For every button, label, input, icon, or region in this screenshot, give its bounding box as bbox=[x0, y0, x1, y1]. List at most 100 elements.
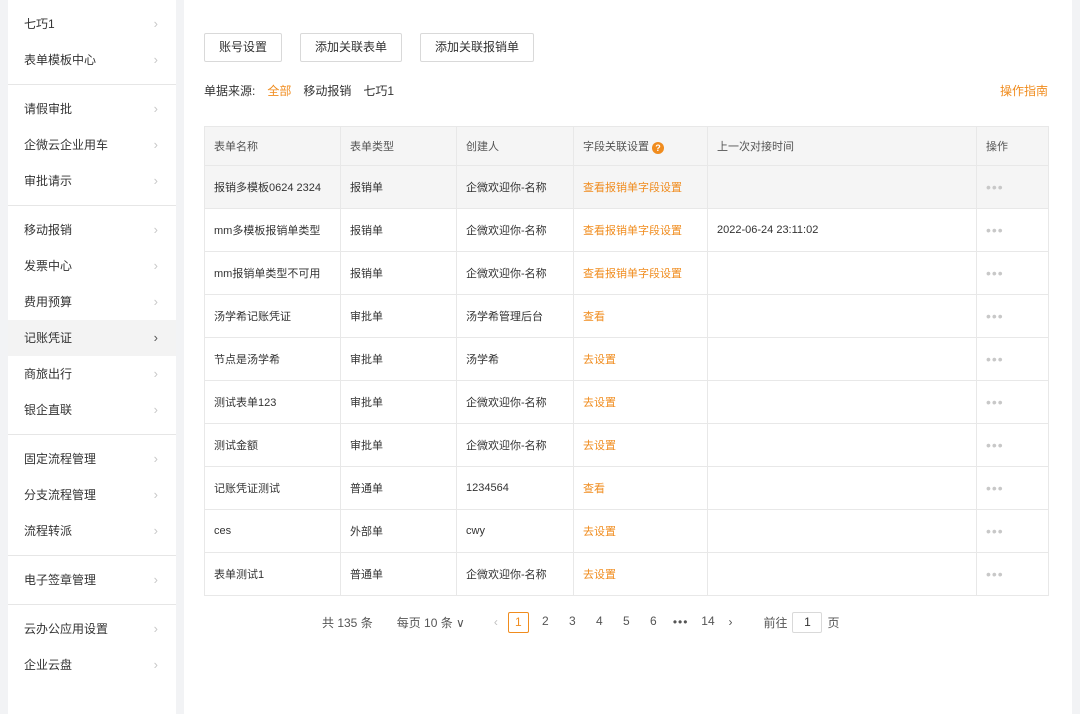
help-icon[interactable]: ? bbox=[652, 142, 664, 154]
filter-option-all[interactable]: 全部 bbox=[267, 82, 291, 99]
table-row: mm报销单类型不可用 报销单 企微欢迎你-名称 查看报销单字段设置 ••• bbox=[204, 251, 1049, 295]
sidebar-item[interactable]: 固定流程管理 › bbox=[8, 441, 176, 477]
field-settings-link[interactable]: 查看 bbox=[573, 294, 708, 338]
sidebar-item[interactable]: 记账凭证 › bbox=[8, 320, 176, 356]
more-actions-icon[interactable]: ••• bbox=[976, 552, 1049, 596]
sidebar-item[interactable]: 七巧1 › bbox=[8, 6, 176, 42]
sidebar-item[interactable]: 电子签章管理 › bbox=[8, 562, 176, 598]
cell-last-sync-time bbox=[707, 423, 977, 467]
sidebar-item[interactable]: 发票中心 › bbox=[8, 248, 176, 284]
field-settings-link[interactable]: 去设置 bbox=[573, 552, 708, 596]
field-settings-link[interactable]: 查看报销单字段设置 bbox=[573, 165, 708, 209]
chevron-right-icon: › bbox=[153, 402, 158, 417]
cell-form-name: 记账凭证测试 bbox=[204, 466, 341, 510]
chevron-right-icon: › bbox=[153, 621, 158, 636]
field-settings-link[interactable]: 去设置 bbox=[573, 509, 708, 553]
pagination-total: 共 135 条 bbox=[322, 615, 373, 630]
more-actions-icon[interactable]: ••• bbox=[976, 423, 1049, 467]
field-settings-link[interactable]: 查看 bbox=[573, 466, 708, 510]
cell-creator: 企微欢迎你-名称 bbox=[456, 208, 574, 252]
filter-option-qiqiao[interactable]: 七巧1 bbox=[363, 82, 394, 99]
sidebar-group: 固定流程管理 › 分支流程管理 › 流程转派 › bbox=[8, 435, 176, 556]
more-actions-icon[interactable]: ••• bbox=[976, 380, 1049, 424]
operation-guide-link[interactable]: 操作指南 bbox=[1000, 82, 1048, 99]
field-settings-link[interactable]: 去设置 bbox=[573, 337, 708, 381]
cell-form-name: ces bbox=[204, 509, 341, 553]
page-number[interactable]: 5 bbox=[616, 612, 637, 633]
more-actions-icon[interactable]: ••• bbox=[976, 294, 1049, 338]
field-settings-link[interactable]: 去设置 bbox=[573, 380, 708, 424]
cell-form-name: 节点是汤学希 bbox=[204, 337, 341, 381]
cell-form-type: 报销单 bbox=[340, 165, 457, 209]
goto-page: 前往 页 bbox=[763, 611, 839, 633]
cell-form-name: 汤学希记账凭证 bbox=[204, 294, 341, 338]
field-settings-link[interactable]: 去设置 bbox=[573, 423, 708, 467]
sidebar-item-label: 审批请示 bbox=[24, 174, 73, 188]
more-actions-icon[interactable]: ••• bbox=[976, 509, 1049, 553]
sidebar-item[interactable]: 费用预算 › bbox=[8, 284, 176, 320]
field-settings-link[interactable]: 查看报销单字段设置 bbox=[573, 251, 708, 295]
column-header-last-sync-time: 上一次对接时间 bbox=[707, 126, 977, 166]
more-actions-icon[interactable]: ••• bbox=[976, 251, 1049, 295]
more-pages-icon[interactable]: ••• bbox=[673, 615, 689, 629]
chevron-right-icon: › bbox=[153, 16, 158, 31]
more-actions-icon[interactable]: ••• bbox=[976, 165, 1049, 209]
sidebar-item-label: 分支流程管理 bbox=[24, 488, 97, 502]
more-actions-icon[interactable]: ••• bbox=[976, 466, 1049, 510]
sidebar-item[interactable]: 审批请示 › bbox=[8, 163, 176, 199]
page-number[interactable]: 6 bbox=[643, 612, 664, 633]
sidebar: 七巧1 › 表单模板中心 › 请假审批 › 企微云企业用车 › 审批请示 › 移动报销 › 发票中心 › 费… bbox=[8, 0, 176, 714]
cell-form-type: 审批单 bbox=[340, 380, 457, 424]
chevron-right-icon: › bbox=[153, 523, 158, 538]
table-row: 报销多模板0624 2324 报销单 企微欢迎你-名称 查看报销单字段设置 ••• bbox=[204, 165, 1049, 209]
more-actions-icon[interactable]: ••• bbox=[976, 337, 1049, 381]
cell-form-type: 审批单 bbox=[340, 294, 457, 338]
prev-page-icon[interactable]: ‹ bbox=[494, 615, 498, 629]
column-header-actions: 操作 bbox=[976, 126, 1049, 166]
sidebar-item[interactable]: 移动报销 › bbox=[8, 212, 176, 248]
sidebar-group: 请假审批 › 企微云企业用车 › 审批请示 › bbox=[8, 85, 176, 206]
chevron-right-icon: › bbox=[153, 137, 158, 152]
cell-last-sync-time bbox=[707, 165, 977, 209]
add-linked-form-button[interactable]: 添加关联表单 bbox=[300, 33, 403, 62]
account-settings-button[interactable]: 账号设置 bbox=[204, 33, 283, 62]
sidebar-item[interactable]: 云办公应用设置 › bbox=[8, 611, 176, 647]
add-linked-reimbursement-button[interactable]: 添加关联报销单 bbox=[420, 33, 535, 62]
sidebar-item[interactable]: 流程转派 › bbox=[8, 513, 176, 549]
sidebar-group: 电子签章管理 › bbox=[8, 556, 176, 605]
cell-creator: 汤学希 bbox=[456, 337, 574, 381]
sidebar-item-label: 固定流程管理 bbox=[24, 452, 97, 466]
page-number-last[interactable]: 14 bbox=[697, 612, 718, 633]
pagination: 共 135 条 每页 10 条 ∨ ‹ 123456 ••• 14 › 前往 页 bbox=[322, 611, 839, 633]
page-size-select[interactable]: 每页 10 条 ∨ bbox=[397, 614, 465, 631]
forms-table: 表单名称 表单类型 创建人 字段关联设置? 上一次对接时间 操作 报销多模板06… bbox=[204, 126, 1049, 596]
goto-page-input[interactable] bbox=[792, 611, 823, 633]
next-page-icon[interactable]: › bbox=[728, 615, 732, 629]
sidebar-item[interactable]: 企业云盘 › bbox=[8, 647, 176, 683]
table-header-row: 表单名称 表单类型 创建人 字段关联设置? 上一次对接时间 操作 bbox=[204, 126, 1049, 166]
more-actions-icon[interactable]: ••• bbox=[976, 208, 1049, 252]
page-number[interactable]: 4 bbox=[589, 612, 610, 633]
sidebar-item[interactable]: 企微云企业用车 › bbox=[8, 127, 176, 163]
page-number[interactable]: 2 bbox=[535, 612, 556, 633]
sidebar-item[interactable]: 商旅出行 › bbox=[8, 356, 176, 392]
page-number[interactable]: 3 bbox=[562, 612, 583, 633]
filter-option-mobile-reimbursement[interactable]: 移动报销 bbox=[303, 82, 351, 99]
sidebar-item[interactable]: 请假审批 › bbox=[8, 91, 176, 127]
sidebar-item[interactable]: 分支流程管理 › bbox=[8, 477, 176, 513]
field-settings-link[interactable]: 查看报销单字段设置 bbox=[573, 208, 708, 252]
goto-prefix: 前往 bbox=[763, 615, 788, 630]
page-number[interactable]: 1 bbox=[507, 611, 529, 633]
column-header-field-settings-label: 字段关联设置 bbox=[583, 141, 649, 153]
sidebar-item[interactable]: 表单模板中心 › bbox=[8, 42, 176, 78]
cell-form-name: 表单测试1 bbox=[204, 552, 341, 596]
chevron-right-icon: › bbox=[153, 258, 158, 273]
cell-form-name: 测试金额 bbox=[204, 423, 341, 467]
cell-last-sync-time bbox=[707, 552, 977, 596]
chevron-right-icon: › bbox=[153, 101, 158, 116]
table-row: 测试金额 审批单 企微欢迎你-名称 去设置 ••• bbox=[204, 423, 1049, 467]
sidebar-group: 七巧1 › 表单模板中心 › bbox=[8, 0, 176, 85]
sidebar-item-label: 电子签章管理 bbox=[24, 573, 97, 587]
app: 七巧1 › 表单模板中心 › 请假审批 › 企微云企业用车 › 审批请示 › 移动报销 › 发票中心 › 费… bbox=[0, 0, 1080, 714]
sidebar-item[interactable]: 银企直联 › bbox=[8, 392, 176, 428]
